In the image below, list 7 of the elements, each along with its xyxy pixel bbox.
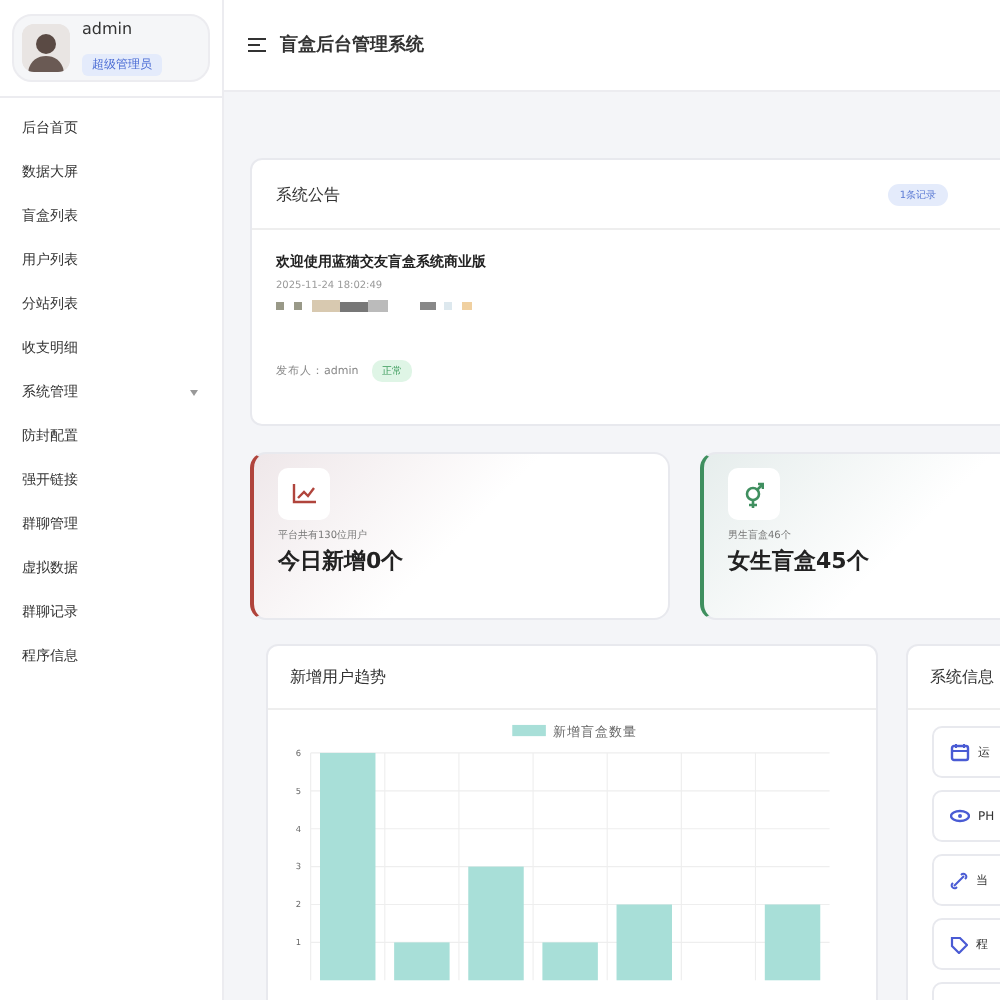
card-title: 系统公告 [276,183,340,205]
stat-value: 今日新增0个 [278,546,406,576]
page-title: 盲盒后台管理系统 [280,32,424,58]
card-title: 新增用户趋势 [290,666,386,688]
user-name: admin [82,20,135,38]
card-title: 系统信息 [930,666,994,688]
stat-value: 女生盲盒45个 [728,546,871,576]
